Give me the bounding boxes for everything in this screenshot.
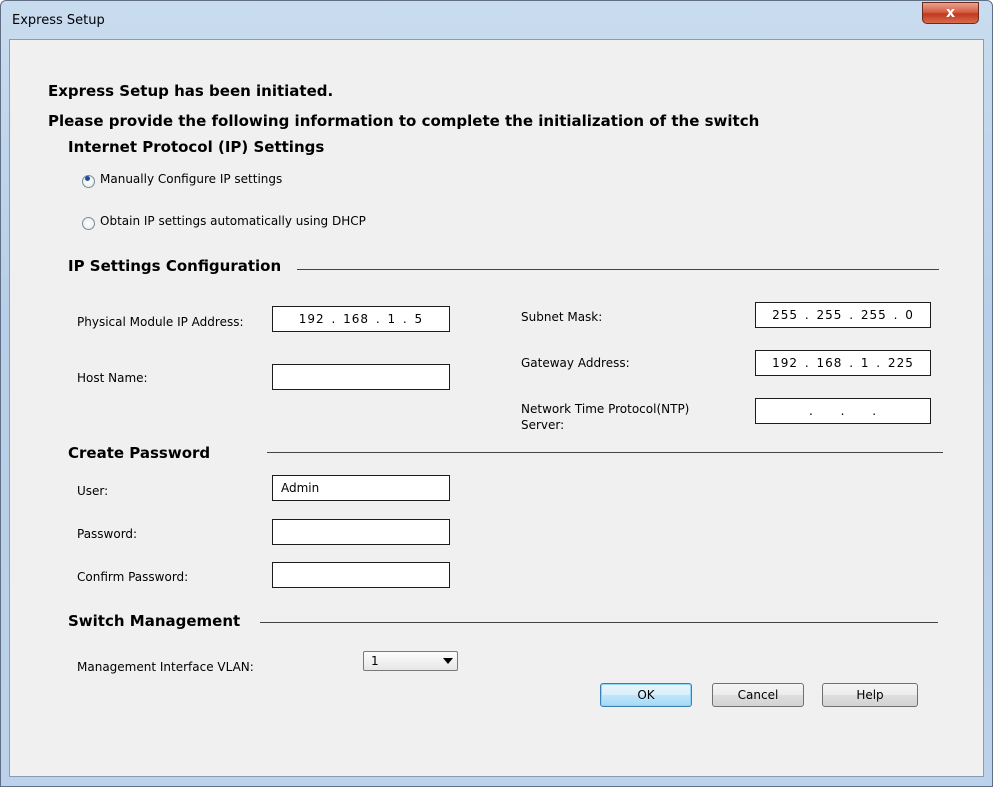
host-name-input[interactable] <box>272 364 450 390</box>
password-heading: Create Password <box>68 444 211 462</box>
ip-config-heading: IP Settings Configuration <box>68 257 282 275</box>
password-label: Password: <box>77 527 138 541</box>
ip-protocol-heading: Internet Protocol (IP) Settings <box>68 138 325 156</box>
radio-manual-ip-label: Manually Configure IP settings <box>100 172 283 186</box>
ntp-label-line-2: Server: <box>521 418 565 432</box>
intro-line-1: Express Setup has been initiated. <box>48 82 334 100</box>
close-icon: x <box>945 5 956 21</box>
management-heading: Switch Management <box>68 612 241 630</box>
ntp-label-line-1: Network Time Protocol(NTP) <box>521 402 690 416</box>
vlan-label: Management Interface VLAN: <box>77 660 254 674</box>
help-button[interactable]: Help <box>822 683 918 707</box>
section-divider <box>260 622 938 623</box>
vlan-select[interactable]: 1 <box>363 651 458 671</box>
radio-dhcp[interactable]: Obtain IP settings automatically using D… <box>82 214 366 230</box>
section-divider <box>297 269 939 270</box>
user-label: User: <box>77 484 109 498</box>
confirm-password-input[interactable] <box>272 562 450 588</box>
title-bar[interactable]: Express Setup x <box>1 1 992 39</box>
gateway-label: Gateway Address: <box>521 356 630 370</box>
chevron-down-icon <box>443 658 453 664</box>
radio-dhcp-label: Obtain IP settings automatically using D… <box>100 214 366 228</box>
cancel-button[interactable]: Cancel <box>712 683 804 707</box>
subnet-mask-input[interactable]: 255 . 255 . 255 . 0 <box>755 302 931 328</box>
user-input[interactable]: Admin <box>272 475 450 501</box>
ok-button[interactable]: OK <box>600 683 692 707</box>
ip-address-input[interactable]: 192 . 168 . 1 . 5 <box>272 306 450 332</box>
radio-manual-ip[interactable]: Manually Configure IP settings <box>82 172 283 188</box>
radio-checked-icon[interactable] <box>82 174 95 188</box>
express-setup-window: Express Setup x Express Setup has been i… <box>0 0 993 787</box>
ip-address-label: Physical Module IP Address: <box>77 315 244 329</box>
host-name-label: Host Name: <box>77 371 148 385</box>
radio-unchecked-icon[interactable] <box>82 216 95 230</box>
confirm-password-label: Confirm Password: <box>77 570 189 584</box>
gateway-input[interactable]: 192 . 168 . 1 . 225 <box>755 350 931 376</box>
ntp-server-input[interactable]: . . . <box>755 398 931 424</box>
dialog-body: Express Setup has been initiated. Please… <box>9 39 984 777</box>
window-title: Express Setup <box>12 13 105 28</box>
password-input[interactable] <box>272 519 450 545</box>
vlan-select-value: 1 <box>371 654 379 668</box>
intro-line-2: Please provide the following information… <box>48 112 760 130</box>
subnet-mask-label: Subnet Mask: <box>521 310 603 324</box>
close-button[interactable]: x <box>922 2 979 24</box>
section-divider <box>267 452 943 453</box>
